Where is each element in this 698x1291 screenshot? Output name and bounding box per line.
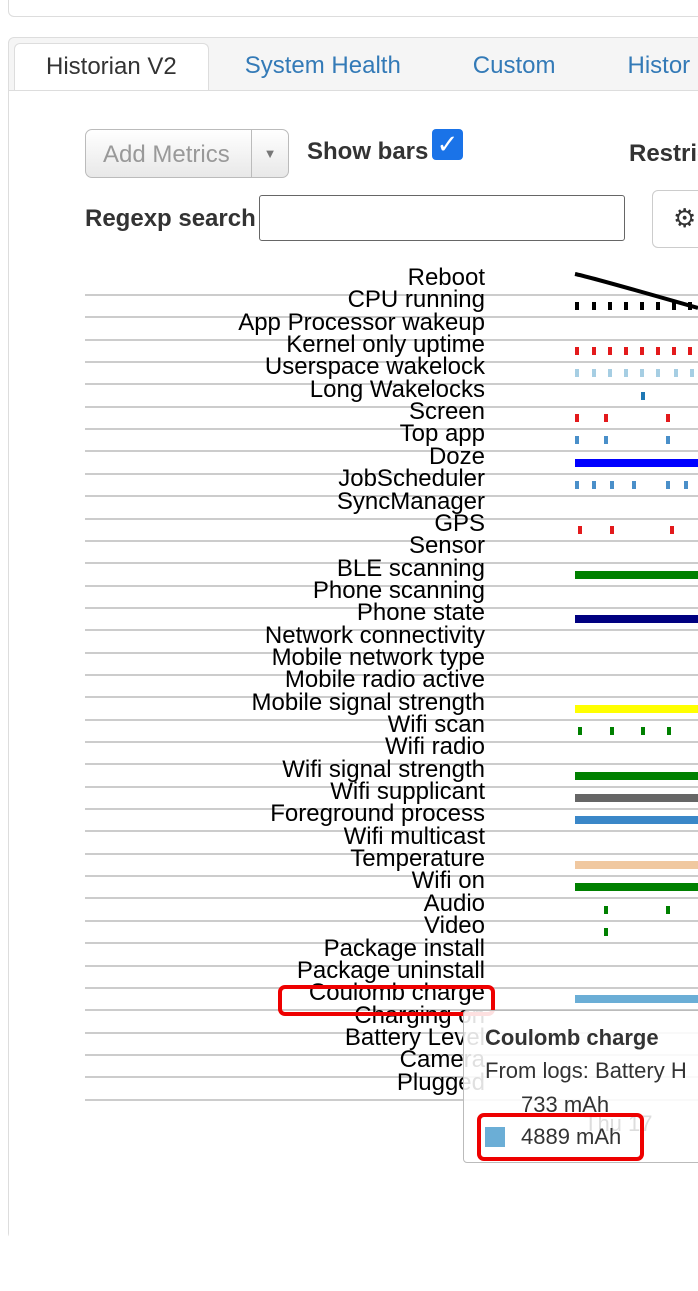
row-bar[interactable]: [575, 570, 698, 579]
row-bar[interactable]: [575, 615, 698, 624]
row-event-mark[interactable]: [674, 369, 678, 378]
row-event-mark[interactable]: [670, 525, 674, 534]
row-event-mark[interactable]: [608, 369, 612, 378]
row-event-mark[interactable]: [604, 905, 608, 914]
row-event-mark[interactable]: [604, 436, 608, 445]
timeline-row: Top app: [85, 420, 698, 453]
row-event-mark[interactable]: [640, 369, 644, 378]
row-event-mark[interactable]: [666, 414, 670, 423]
row-event-mark[interactable]: [610, 727, 614, 735]
timeline-row: GPS: [85, 510, 698, 542]
row-event-mark[interactable]: [688, 347, 692, 356]
row-event-mark[interactable]: [690, 369, 694, 378]
timeline-row: SyncManager: [85, 488, 698, 520]
row-event-mark[interactable]: [575, 436, 579, 445]
row-event-mark[interactable]: [666, 481, 670, 490]
row-event-mark[interactable]: [624, 369, 628, 378]
row-bar[interactable]: [575, 704, 698, 713]
timeline-row: Long Wakelocks: [85, 376, 698, 408]
row-event-mark[interactable]: [666, 905, 670, 914]
row-event-mark[interactable]: [672, 347, 676, 356]
timeline-row: Audio: [85, 890, 698, 922]
tooltip-title: Coulomb charge: [485, 1025, 659, 1050]
row-event-mark[interactable]: [656, 347, 660, 356]
reboot-line: [574, 272, 698, 310]
row-event-mark[interactable]: [666, 436, 670, 445]
row-event-mark[interactable]: [610, 525, 614, 534]
row-event-mark[interactable]: [575, 347, 579, 356]
row-event-mark[interactable]: [656, 369, 660, 378]
highlight-coulomb-value: [477, 1113, 644, 1161]
tooltip-source: From logs: Battery H: [485, 1058, 687, 1083]
row-bar[interactable]: [575, 816, 698, 825]
timeline-row: Wifi on: [85, 867, 698, 900]
row-event-mark[interactable]: [592, 369, 596, 378]
row-event-mark[interactable]: [575, 414, 579, 423]
row-event-mark[interactable]: [608, 347, 612, 356]
row-event-mark[interactable]: [641, 391, 645, 400]
row-bar[interactable]: [575, 794, 698, 803]
row-event-mark[interactable]: [640, 347, 644, 356]
row-bar[interactable]: [575, 861, 698, 870]
row-event-mark[interactable]: [624, 347, 628, 356]
row-event-mark[interactable]: [667, 727, 671, 735]
row-bar[interactable]: [575, 458, 698, 467]
row-event-mark[interactable]: [604, 928, 608, 937]
row-bar[interactable]: [575, 995, 698, 1004]
row-event-mark[interactable]: [575, 369, 579, 378]
row-event-mark[interactable]: [592, 347, 596, 356]
row-event-mark[interactable]: [578, 525, 582, 534]
row-event-mark[interactable]: [592, 481, 596, 490]
timeline-row: Screen: [85, 398, 698, 431]
row-event-mark[interactable]: [578, 727, 582, 735]
row-event-mark[interactable]: [604, 414, 608, 423]
row-event-mark[interactable]: [575, 481, 579, 490]
row-event-mark[interactable]: [610, 481, 614, 490]
row-bar[interactable]: [575, 883, 698, 892]
row-bar[interactable]: [575, 771, 698, 780]
row-event-mark[interactable]: [684, 481, 688, 490]
row-event-mark[interactable]: [641, 727, 645, 735]
row-event-mark[interactable]: [632, 481, 636, 490]
timeline-row: Temperature: [85, 845, 698, 878]
